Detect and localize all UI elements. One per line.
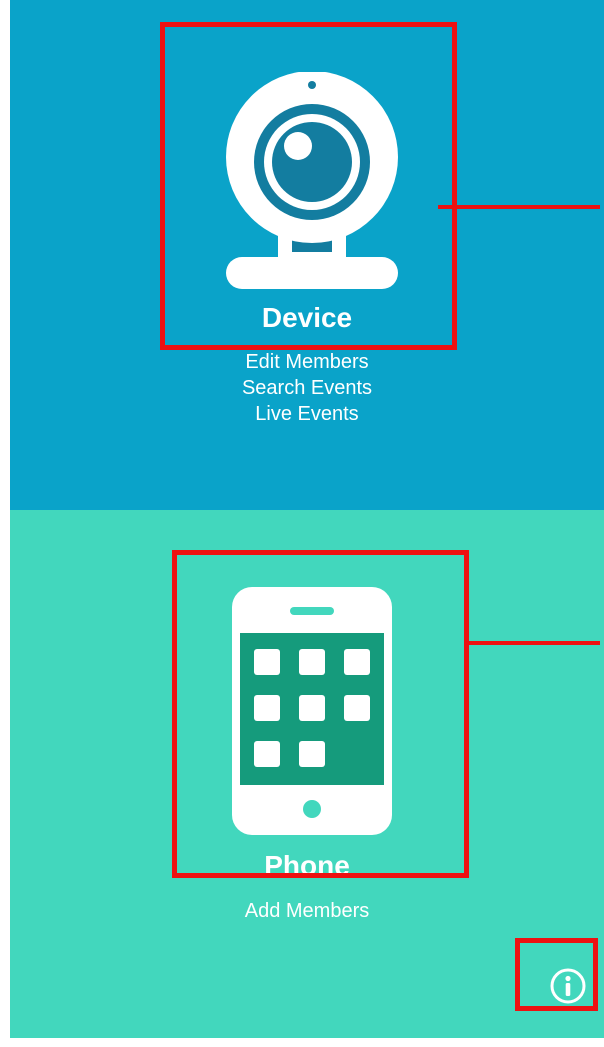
webcam-icon <box>226 72 398 289</box>
device-menu-search-events[interactable]: Search Events <box>10 375 604 401</box>
phone-menu-add-members[interactable]: Add Members <box>10 898 604 924</box>
device-menu-edit-members[interactable]: Edit Members <box>10 349 604 375</box>
phone-panel[interactable]: Phone Add Members <box>10 510 604 1038</box>
device-panel[interactable]: Device Edit Members Search Events Live E… <box>10 0 604 510</box>
device-title[interactable]: Device <box>10 302 604 334</box>
smartphone-icon <box>232 587 392 835</box>
device-highlight-pointer <box>438 205 600 209</box>
info-icon[interactable] <box>549 967 587 1005</box>
device-menu-live-events[interactable]: Live Events <box>10 401 604 427</box>
phone-highlight-pointer <box>466 641 600 645</box>
phone-title[interactable]: Phone <box>10 850 604 882</box>
